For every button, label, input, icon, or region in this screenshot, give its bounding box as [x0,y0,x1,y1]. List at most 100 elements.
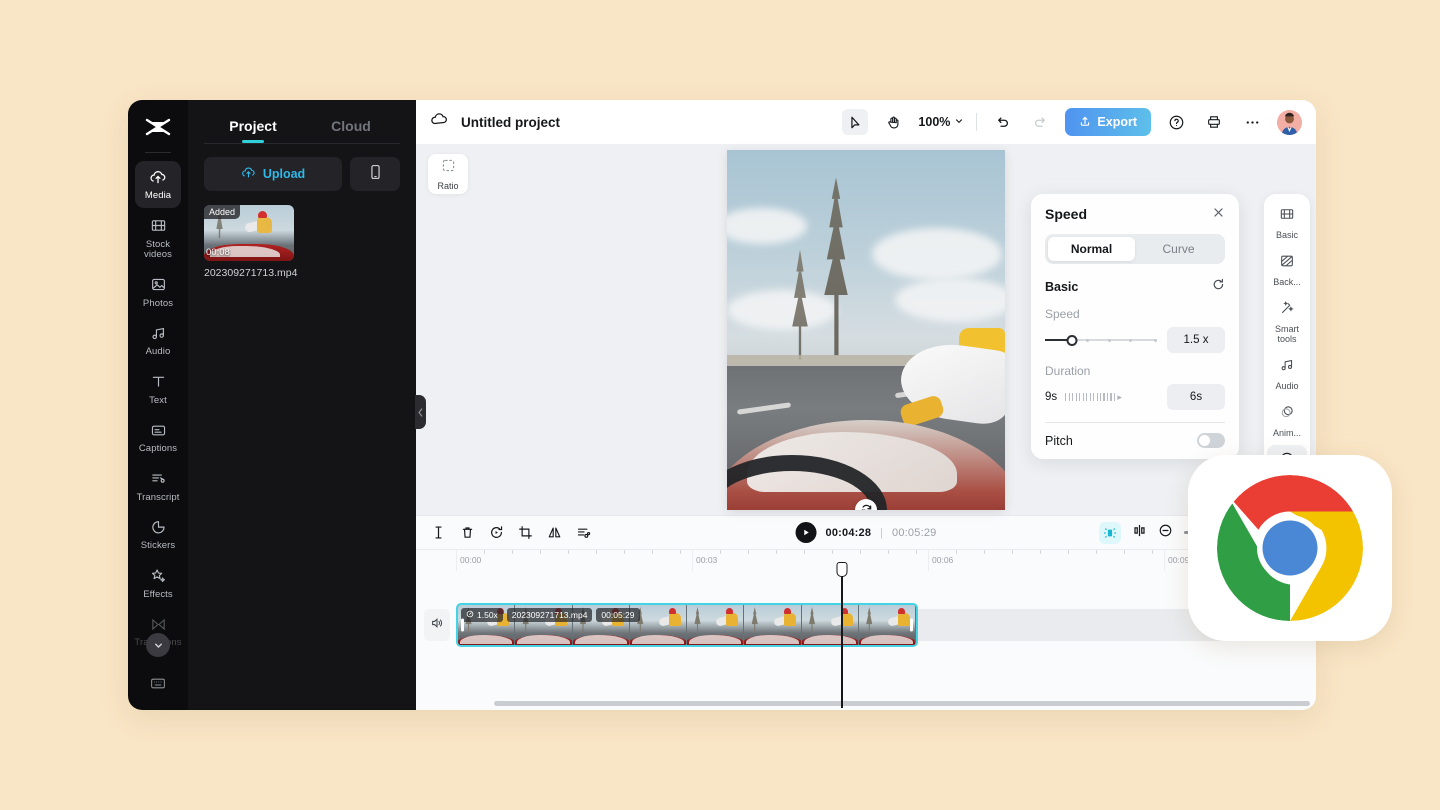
media-thumbnail[interactable]: Added 00:08 [204,205,294,261]
crop-icon[interactable] [517,525,533,541]
timeline-tracks: 1.50x 202309271713.mp4 00:05:29 [416,571,1316,710]
speed-panel: Speed Normal Curve Basic Speed 1.5 x Dur… [1031,194,1239,459]
export-button-label: Export [1097,115,1137,129]
sidebar-item-audio[interactable]: Audio [135,317,181,364]
redo-button[interactable] [1027,109,1053,135]
print-button[interactable] [1201,109,1227,135]
duration-field-label: Duration [1045,364,1091,378]
pitch-toggle[interactable] [1197,433,1225,448]
sparkle-star-icon [149,567,167,585]
speed-value-input[interactable]: 1.5 x [1167,327,1225,353]
duration-value-input[interactable]: 6s [1167,384,1225,410]
timeline-clip[interactable]: 1.50x 202309271713.mp4 00:05:29 [456,603,918,647]
pitch-label: Pitch [1045,433,1073,448]
sidebar-item-label: Stock videos [143,238,173,260]
sidebar-item-transcript[interactable]: Transcript [135,463,181,510]
sidebar-item-label: Stickers [140,540,176,551]
slider-tick [1153,338,1157,342]
sidebar-item-photos[interactable]: Photos [135,269,181,316]
tab-curve[interactable]: Curve [1135,237,1222,261]
hand-pan-tool-button[interactable] [880,109,906,135]
sidebar-item-label: Audio [145,346,171,357]
auto-cut-icon[interactable] [575,525,591,541]
page-title[interactable]: Untitled project [461,115,560,130]
capcut-app-window: Media Stock videos Photos Audio Text Cap… [128,100,1316,710]
more-options-button[interactable] [1239,109,1265,135]
sidebar-item-label: Transcript [136,491,180,503]
sidebar-item-stickers[interactable]: Stickers [135,511,181,558]
rotate-icon[interactable] [488,525,504,541]
main-area: Untitled project 100% Export Ratio Speed… [416,100,1316,710]
tab-normal[interactable]: Normal [1048,237,1135,261]
play-button[interactable] [795,522,817,543]
clip-trim-handle-left[interactable] [461,618,464,632]
right-rail-item-audio[interactable]: Audio [1267,351,1307,396]
media-panel: Project Cloud Upload Added 00:08 2023092… [188,100,426,710]
video-preview-stage[interactable] [727,149,1005,510]
cloud-sync-icon[interactable] [430,110,449,134]
media-card[interactable]: Added 00:08 202309271713.mp4 [204,205,297,279]
speed-slider[interactable] [1045,332,1157,348]
help-button[interactable] [1163,109,1189,135]
sidebar-item-effects[interactable]: Effects [135,560,181,607]
tab-project[interactable]: Project [204,112,302,143]
image-icon [149,276,167,294]
film-basic-icon [1279,206,1295,227]
close-x-icon[interactable] [1212,206,1225,222]
snap-split-icon[interactable] [1132,523,1147,543]
right-rail-item-animation[interactable]: Anim... [1267,398,1307,443]
current-time: 00:04:28 [825,526,872,539]
upload-button[interactable]: Upload [204,157,342,191]
zoom-out-minus-icon[interactable] [1158,523,1173,543]
panel-collapse-chevron-left-icon[interactable] [415,395,426,429]
preview-cloud [727,207,807,244]
clip-name-badge: 202309271713.mp4 [506,608,593,622]
auto-enhance-button[interactable] [1099,521,1121,544]
keyboard-shortcuts-icon[interactable] [150,676,167,696]
right-rail-item-background[interactable]: Back... [1267,247,1307,292]
sidebar-item-stock-videos[interactable]: Stock videos [135,210,181,267]
delete-trash-icon[interactable] [459,525,475,541]
rail-expand-chevron-down-icon[interactable] [146,633,170,657]
pitch-row: Pitch [1045,423,1225,459]
right-rail-item-basic[interactable]: Basic [1267,200,1307,245]
clip-trim-handle-right[interactable] [910,618,913,632]
sidebar-item-captions[interactable]: Captions [135,414,181,461]
chevron-down-icon [954,115,964,129]
transcript-icon [149,470,167,488]
select-tool-button[interactable] [842,109,869,135]
reset-arrow-icon[interactable] [1212,278,1225,296]
cloud-upload-icon [149,168,167,186]
ratio-button[interactable]: Ratio [428,154,468,194]
export-button[interactable]: Export [1065,108,1151,136]
sidebar-item-text[interactable]: Text [135,366,181,413]
playhead-knob[interactable] [836,562,847,577]
sidebar-item-media[interactable]: Media [135,161,181,208]
ruler-label: 00:00 [460,555,482,565]
slider-knob[interactable] [1066,334,1078,346]
thumb-body [257,217,272,233]
transition-icon [149,615,167,633]
page-root: Media Stock videos Photos Audio Text Cap… [0,0,1440,810]
right-rail-item-smart-tools[interactable]: Smart tools [1267,294,1307,349]
track-audio-toggle[interactable] [424,609,450,641]
tab-cloud[interactable]: Cloud [302,112,400,143]
speed-control-row: 1.5 x [1045,327,1225,353]
right-rail-item-label: Anim... [1272,428,1301,438]
split-icon[interactable] [430,525,446,541]
mirror-flip-icon[interactable] [546,525,562,541]
zoom-level-selector[interactable]: 100% [918,115,964,129]
import-from-phone-button[interactable] [350,157,400,191]
speed-panel-header: Speed [1045,206,1225,222]
duration-control-row: 9s ▸ 6s [1045,384,1225,410]
duration-original-value: 9s [1045,391,1058,403]
timeline-horizontal-scrollbar[interactable] [494,701,1310,706]
preview-cloud [895,277,1005,322]
google-chrome-logo [1217,475,1363,621]
timeline-ruler[interactable]: 00:00 00:03 00:06 00:09 [416,549,1316,572]
speed-mode-tabs: Normal Curve [1045,234,1225,264]
avatar[interactable] [1277,109,1302,135]
undo-button[interactable] [989,109,1015,135]
magic-wand-icon [1279,300,1295,321]
media-panel-tabs: Project Cloud [188,100,416,143]
